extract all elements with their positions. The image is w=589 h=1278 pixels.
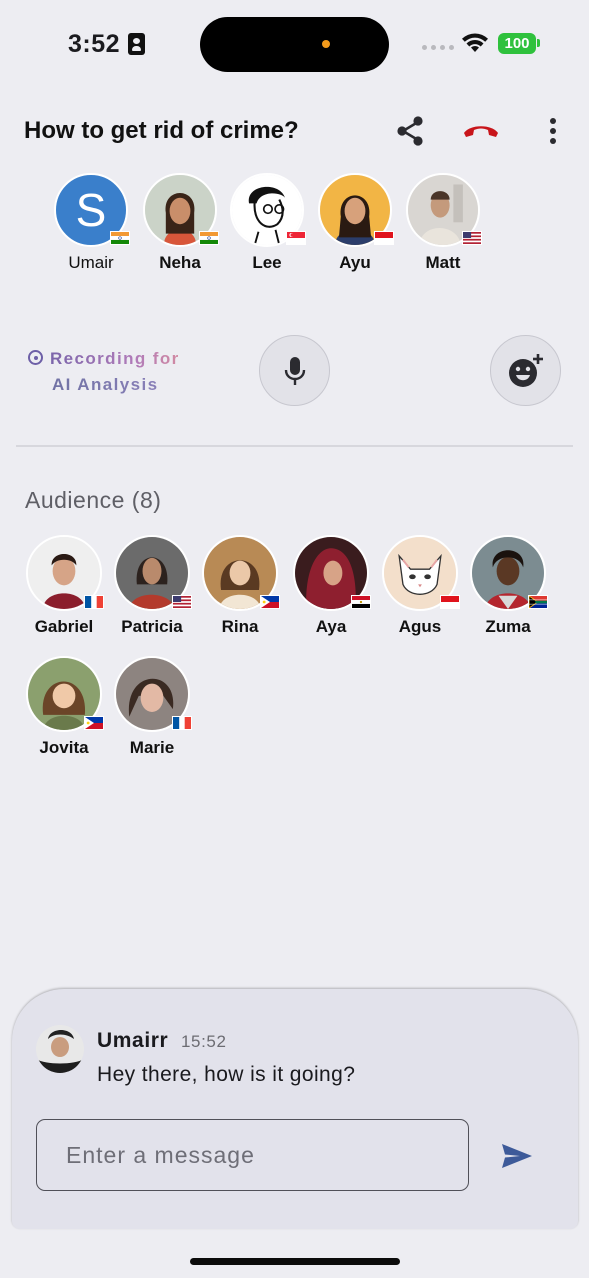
speaker-lee[interactable]: Lee bbox=[222, 173, 312, 273]
audience-member-rina[interactable]: Rina bbox=[195, 535, 285, 637]
flag-egypt-icon bbox=[351, 595, 371, 609]
audience-member-agus[interactable]: Agus bbox=[375, 535, 465, 637]
section-divider bbox=[16, 445, 573, 447]
battery-indicator: 100 bbox=[498, 33, 536, 54]
member-name: Jovita bbox=[39, 738, 89, 757]
speaker-umair[interactable]: S Umair bbox=[46, 173, 136, 273]
audience-member-patricia[interactable]: Patricia bbox=[107, 535, 197, 637]
speaker-name: Matt bbox=[425, 253, 461, 272]
message-input[interactable] bbox=[36, 1119, 469, 1191]
speaker-name: Neha bbox=[159, 253, 201, 272]
member-name: Rina bbox=[221, 617, 259, 636]
audience-member-aya[interactable]: Aya bbox=[286, 535, 376, 637]
home-indicator bbox=[190, 1258, 400, 1265]
speaker-name: Ayu bbox=[339, 253, 371, 272]
message-timestamp: 15:52 bbox=[181, 1032, 227, 1051]
flag-south-africa-icon bbox=[528, 595, 548, 609]
speaker-matt[interactable]: Matt bbox=[398, 173, 488, 273]
flag-france-icon bbox=[84, 595, 104, 609]
status-bar: 3:52 100 bbox=[0, 0, 589, 80]
flag-india-icon bbox=[110, 231, 130, 245]
speaker-ayu[interactable]: Ayu bbox=[310, 173, 400, 273]
speaker-name: Umair bbox=[68, 253, 114, 272]
flag-france-icon bbox=[172, 716, 192, 730]
battery-tip bbox=[537, 39, 540, 47]
flag-usa-icon bbox=[172, 595, 192, 609]
flag-indonesia-icon bbox=[440, 595, 460, 609]
page-title: How to get rid of crime? bbox=[24, 117, 299, 144]
add-reaction-button[interactable] bbox=[490, 335, 561, 406]
audience-member-jovita[interactable]: Jovita bbox=[19, 656, 109, 758]
share-button[interactable] bbox=[391, 112, 429, 150]
status-time: 3:52 bbox=[68, 30, 121, 58]
member-name: Gabriel bbox=[34, 617, 94, 636]
cellular-signal-icon bbox=[422, 45, 454, 50]
recording-line-1: Recording for bbox=[28, 346, 180, 372]
flag-philippines-icon bbox=[260, 595, 280, 609]
audience-member-marie[interactable]: Marie bbox=[107, 656, 197, 758]
more-vertical-icon bbox=[550, 118, 556, 144]
avatar-initial: S bbox=[75, 184, 107, 236]
speaker-neha[interactable]: Neha bbox=[135, 173, 225, 273]
hang-up-button[interactable] bbox=[460, 112, 502, 150]
message-text: Hey there, how is it going? bbox=[97, 1063, 356, 1086]
microphone-button[interactable] bbox=[259, 335, 330, 406]
share-icon bbox=[397, 116, 423, 146]
more-options-button[interactable] bbox=[540, 112, 566, 150]
wifi-icon bbox=[462, 33, 488, 52]
phone-hangup-icon bbox=[464, 126, 498, 137]
flag-singapore-icon bbox=[286, 231, 306, 245]
contact-card-icon bbox=[128, 33, 145, 55]
member-name: Aya bbox=[315, 617, 347, 636]
message-username: Umairr bbox=[97, 1029, 169, 1052]
recording-label: Recording for AI Analysis bbox=[28, 346, 180, 398]
add-reaction-icon bbox=[508, 353, 543, 387]
member-name: Zuma bbox=[485, 617, 531, 636]
flag-usa-icon bbox=[462, 231, 482, 245]
flag-india-icon bbox=[199, 231, 219, 245]
audience-member-zuma[interactable]: Zuma bbox=[463, 535, 553, 637]
flag-philippines-icon bbox=[84, 716, 104, 730]
member-name: Agus bbox=[398, 617, 442, 636]
privacy-indicator-icon bbox=[322, 40, 330, 48]
member-name: Marie bbox=[129, 738, 175, 757]
speaker-name: Lee bbox=[252, 253, 282, 272]
send-button[interactable] bbox=[497, 1137, 537, 1175]
chat-panel bbox=[12, 989, 578, 1229]
recording-line-2: AI Analysis bbox=[28, 372, 180, 398]
send-icon bbox=[502, 1144, 532, 1168]
member-name: Patricia bbox=[121, 617, 183, 636]
audience-title: Audience (8) bbox=[25, 487, 162, 513]
flag-indonesia-icon bbox=[374, 231, 394, 245]
message-avatar bbox=[36, 1025, 84, 1073]
audience-member-gabriel[interactable]: Gabriel bbox=[19, 535, 109, 637]
microphone-icon bbox=[284, 356, 305, 385]
dynamic-island bbox=[200, 17, 389, 72]
